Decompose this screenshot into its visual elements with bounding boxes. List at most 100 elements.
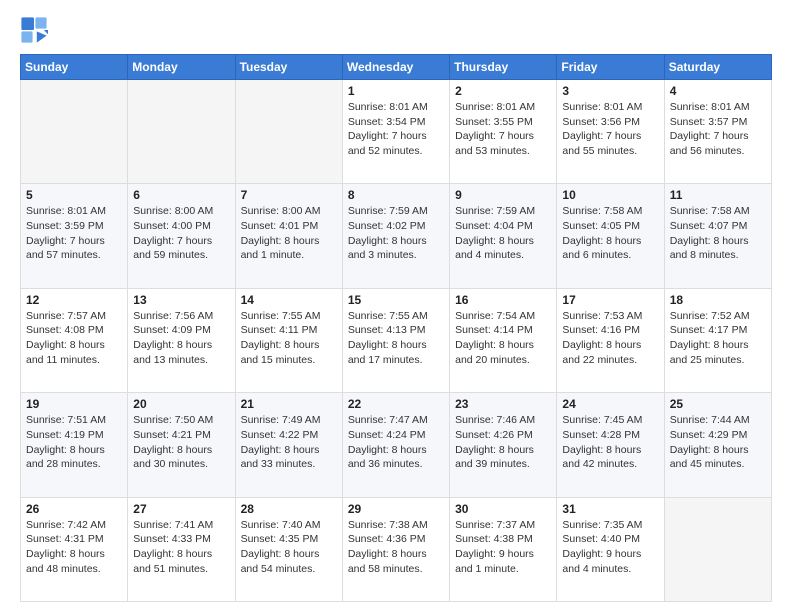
calendar-cell: 28 Sunrise: 7:40 AM Sunset: 4:35 PM Dayli… [235,497,342,601]
calendar-header: SundayMondayTuesdayWednesdayThursdayFrid… [21,55,772,80]
day-number: 16 [455,293,551,307]
day-number: 3 [562,84,658,98]
day-of-week-header: Thursday [450,55,557,80]
day-info: Sunrise: 7:59 AM Sunset: 4:02 PM Dayligh… [348,204,444,263]
calendar-cell: 17 Sunrise: 7:53 AM Sunset: 4:16 PM Dayli… [557,288,664,392]
calendar-week-row: 5Sunrise: 8:01 AM Sunset: 3:59 PM Daylig… [21,184,772,288]
day-number: 9 [455,188,551,202]
day-number: 11 [670,188,766,202]
day-number: 21 [241,397,337,411]
day-info: Sunrise: 8:01 AM Sunset: 3:55 PM Dayligh… [455,100,551,159]
day-info: Sunrise: 7:53 AM Sunset: 4:16 PM Dayligh… [562,309,658,368]
day-number: 8 [348,188,444,202]
calendar-body: 1 Sunrise: 8:01 AM Sunset: 3:54 PM Daylig… [21,80,772,602]
calendar-cell: 4 Sunrise: 8:01 AM Sunset: 3:57 PM Daylig… [664,80,771,184]
day-info: Sunrise: 7:55 AM Sunset: 4:13 PM Dayligh… [348,309,444,368]
calendar-cell: 18 Sunrise: 7:52 AM Sunset: 4:17 PM Dayli… [664,288,771,392]
calendar-cell [21,80,128,184]
calendar-cell: 14Sunrise: 7:55 AM Sunset: 4:11 PM Dayli… [235,288,342,392]
calendar-cell: 10 Sunrise: 7:58 AM Sunset: 4:05 PM Dayli… [557,184,664,288]
day-number: 4 [670,84,766,98]
day-info: Sunrise: 8:01 AM Sunset: 3:57 PM Dayligh… [670,100,766,159]
day-of-week-header: Tuesday [235,55,342,80]
day-of-week-header: Friday [557,55,664,80]
day-info: Sunrise: 7:40 AM Sunset: 4:35 PM Dayligh… [241,518,337,577]
day-info: Sunrise: 7:35 AM Sunset: 4:40 PM Dayligh… [562,518,658,577]
day-of-week-header: Saturday [664,55,771,80]
calendar-cell: 15 Sunrise: 7:55 AM Sunset: 4:13 PM Dayli… [342,288,449,392]
day-number: 15 [348,293,444,307]
calendar-cell: 6 Sunrise: 8:00 AM Sunset: 4:00 PM Daylig… [128,184,235,288]
day-info: Sunrise: 7:41 AM Sunset: 4:33 PM Dayligh… [133,518,229,577]
day-info: Sunrise: 7:49 AM Sunset: 4:22 PM Dayligh… [241,413,337,472]
day-info: Sunrise: 7:58 AM Sunset: 4:07 PM Dayligh… [670,204,766,263]
calendar-cell: 23 Sunrise: 7:46 AM Sunset: 4:26 PM Dayli… [450,393,557,497]
day-info: Sunrise: 8:00 AM Sunset: 4:00 PM Dayligh… [133,204,229,263]
day-info: Sunrise: 7:45 AM Sunset: 4:28 PM Dayligh… [562,413,658,472]
day-number: 14 [241,293,337,307]
calendar-cell: 19 Sunrise: 7:51 AM Sunset: 4:19 PM Dayli… [21,393,128,497]
day-number: 20 [133,397,229,411]
day-number: 18 [670,293,766,307]
calendar-cell: 30 Sunrise: 7:37 AM Sunset: 4:38 PM Dayli… [450,497,557,601]
day-info: Sunrise: 7:44 AM Sunset: 4:29 PM Dayligh… [670,413,766,472]
day-number: 6 [133,188,229,202]
day-info: Sunrise: 7:37 AM Sunset: 4:38 PM Dayligh… [455,518,551,577]
calendar-cell: 26Sunrise: 7:42 AM Sunset: 4:31 PM Dayli… [21,497,128,601]
day-number: 22 [348,397,444,411]
day-number: 10 [562,188,658,202]
day-info: Sunrise: 8:01 AM Sunset: 3:56 PM Dayligh… [562,100,658,159]
calendar-cell [235,80,342,184]
day-info: Sunrise: 8:00 AM Sunset: 4:01 PM Dayligh… [241,204,337,263]
day-number: 30 [455,502,551,516]
day-number: 2 [455,84,551,98]
day-of-week-header: Monday [128,55,235,80]
calendar-week-row: 12 Sunrise: 7:57 AM Sunset: 4:08 PM Dayli… [21,288,772,392]
calendar-cell: 8 Sunrise: 7:59 AM Sunset: 4:02 PM Daylig… [342,184,449,288]
days-of-week-row: SundayMondayTuesdayWednesdayThursdayFrid… [21,55,772,80]
day-number: 7 [241,188,337,202]
day-info: Sunrise: 7:50 AM Sunset: 4:21 PM Dayligh… [133,413,229,472]
day-number: 24 [562,397,658,411]
day-number: 28 [241,502,337,516]
calendar-cell: 9Sunrise: 7:59 AM Sunset: 4:04 PM Daylig… [450,184,557,288]
day-info: Sunrise: 7:46 AM Sunset: 4:26 PM Dayligh… [455,413,551,472]
day-info: Sunrise: 7:38 AM Sunset: 4:36 PM Dayligh… [348,518,444,577]
calendar-cell: 16Sunrise: 7:54 AM Sunset: 4:14 PM Dayli… [450,288,557,392]
calendar-cell: 7 Sunrise: 8:00 AM Sunset: 4:01 PM Daylig… [235,184,342,288]
calendar-cell: 2 Sunrise: 8:01 AM Sunset: 3:55 PM Daylig… [450,80,557,184]
day-info: Sunrise: 8:01 AM Sunset: 3:54 PM Dayligh… [348,100,444,159]
calendar-table: SundayMondayTuesdayWednesdayThursdayFrid… [20,54,772,602]
day-info: Sunrise: 7:56 AM Sunset: 4:09 PM Dayligh… [133,309,229,368]
calendar-cell: 22 Sunrise: 7:47 AM Sunset: 4:24 PM Dayli… [342,393,449,497]
day-number: 19 [26,397,122,411]
calendar-cell [664,497,771,601]
calendar-cell: 25Sunrise: 7:44 AM Sunset: 4:29 PM Dayli… [664,393,771,497]
day-info: Sunrise: 7:51 AM Sunset: 4:19 PM Dayligh… [26,413,122,472]
day-number: 23 [455,397,551,411]
day-number: 29 [348,502,444,516]
calendar-cell [128,80,235,184]
calendar-week-row: 1 Sunrise: 8:01 AM Sunset: 3:54 PM Daylig… [21,80,772,184]
day-of-week-header: Sunday [21,55,128,80]
day-number: 17 [562,293,658,307]
calendar-cell: 1 Sunrise: 8:01 AM Sunset: 3:54 PM Daylig… [342,80,449,184]
day-number: 12 [26,293,122,307]
day-number: 1 [348,84,444,98]
calendar-cell: 5Sunrise: 8:01 AM Sunset: 3:59 PM Daylig… [21,184,128,288]
day-info: Sunrise: 7:52 AM Sunset: 4:17 PM Dayligh… [670,309,766,368]
day-number: 5 [26,188,122,202]
calendar-cell: 29 Sunrise: 7:38 AM Sunset: 4:36 PM Dayli… [342,497,449,601]
calendar-cell: 24 Sunrise: 7:45 AM Sunset: 4:28 PM Dayli… [557,393,664,497]
header [20,16,772,44]
day-info: Sunrise: 7:58 AM Sunset: 4:05 PM Dayligh… [562,204,658,263]
day-number: 13 [133,293,229,307]
day-info: Sunrise: 7:42 AM Sunset: 4:31 PM Dayligh… [26,518,122,577]
day-info: Sunrise: 7:57 AM Sunset: 4:08 PM Dayligh… [26,309,122,368]
calendar-cell: 21 Sunrise: 7:49 AM Sunset: 4:22 PM Dayli… [235,393,342,497]
day-number: 27 [133,502,229,516]
logo-icon [20,16,48,44]
day-info: Sunrise: 7:47 AM Sunset: 4:24 PM Dayligh… [348,413,444,472]
calendar-cell: 20 Sunrise: 7:50 AM Sunset: 4:21 PM Dayli… [128,393,235,497]
calendar-cell: 11 Sunrise: 7:58 AM Sunset: 4:07 PM Dayli… [664,184,771,288]
